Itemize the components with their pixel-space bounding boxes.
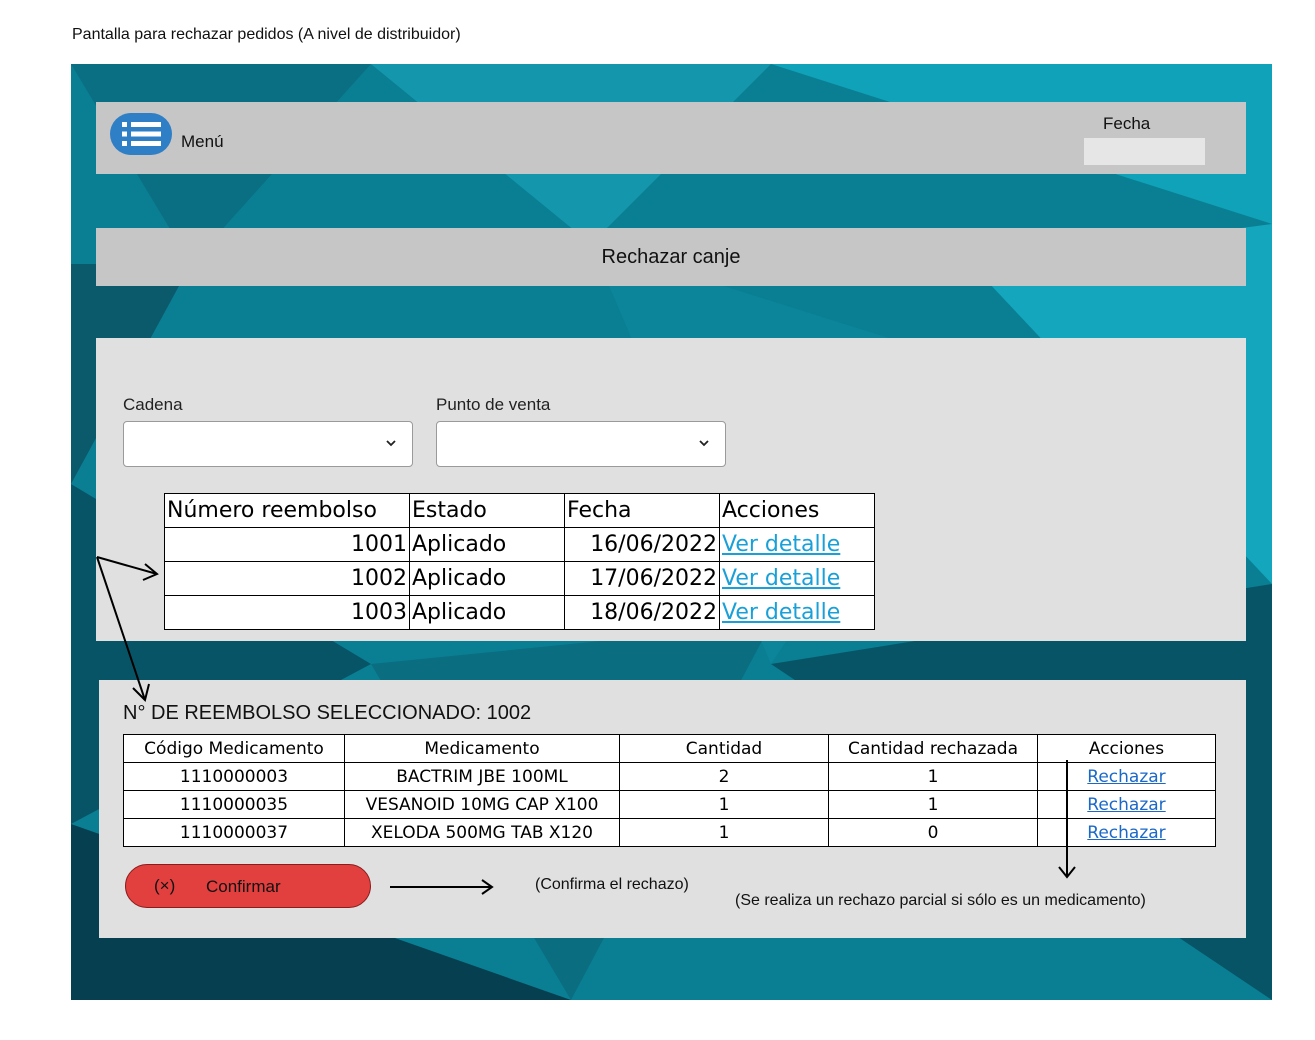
table-header-row: Número reembolso Estado Fecha Acciones [164,493,875,528]
app-canvas: Menú Fecha Rechazar canje Cadena Punto d… [71,64,1272,1000]
confirm-button-label: Confirmar [206,877,281,896]
cantidad-cell: 1 [619,818,829,847]
rechazar-link[interactable]: Rechazar [1087,823,1165,843]
table-row[interactable]: 1002 Aplicado 17/06/2022 Ver detalle [164,561,875,596]
x-circle-icon: (×) [154,876,176,895]
codigo-cell: 1110000003 [123,762,345,791]
estado-cell: Aplicado [409,527,565,562]
punto-venta-select[interactable] [436,421,726,467]
selected-reembolso-title: N° DE REEMBOLSO SELECCIONADO: 1002 [123,702,532,724]
filters-panel: Cadena Punto de venta Número reembolso E… [96,338,1246,641]
confirm-note: (Confirma el rechazo) [535,876,689,893]
table-row: 1110000037 XELODA 500MG TAB X120 1 0 Rec… [123,818,1216,847]
column-header: Acciones [719,493,875,528]
column-header: Número reembolso [164,493,410,528]
cantidad-rechazada-cell: 0 [828,818,1038,847]
estado-cell: Aplicado [409,561,565,596]
rechazar-link[interactable]: Rechazar [1087,795,1165,815]
medicamento-cell: BACTRIM JBE 100ML [344,762,620,791]
chevron-down-icon [386,440,396,447]
cantidad-cell: 2 [619,762,829,791]
estado-cell: Aplicado [409,595,565,630]
partial-reject-note: (Se realiza un rechazo parcial si sólo e… [735,892,1146,909]
fecha-cell: 17/06/2022 [564,561,720,596]
medicamentos-table: Código Medicamento Medicamento Cantidad … [123,734,1216,847]
column-header: Acciones [1037,734,1216,763]
numero-cell: 1003 [164,595,410,630]
top-bar: Menú Fecha [96,102,1246,174]
cantidad-cell: 1 [619,790,829,819]
column-header: Cantidad rechazada [828,734,1038,763]
page-caption: Pantalla para rechazar pedidos (A nivel … [72,26,461,43]
fecha-cell: 18/06/2022 [564,595,720,630]
table-row: 1110000003 BACTRIM JBE 100ML 2 1 Rechaza… [123,762,1216,791]
numero-cell: 1002 [164,561,410,596]
table-header-row: Código Medicamento Medicamento Cantidad … [123,734,1216,763]
column-header: Estado [409,493,565,528]
menu-label[interactable]: Menú [181,132,224,152]
reembolsos-table: Número reembolso Estado Fecha Acciones 1… [164,493,875,630]
page-title: Rechazar canje [96,228,1246,286]
list-icon[interactable] [110,113,172,155]
column-header: Cantidad [619,734,829,763]
date-label: Fecha [1103,114,1151,133]
fecha-cell: 16/06/2022 [564,527,720,562]
medicamento-cell: VESANOID 10MG CAP X100 [344,790,620,819]
date-field[interactable] [1084,138,1205,165]
table-row: 1110000035 VESANOID 10MG CAP X100 1 1 Re… [123,790,1216,819]
table-row[interactable]: 1003 Aplicado 18/06/2022 Ver detalle [164,595,875,630]
chevron-down-icon [699,440,709,447]
cadena-select[interactable] [123,421,413,467]
cantidad-rechazada-cell: 1 [828,762,1038,791]
column-header: Código Medicamento [123,734,345,763]
punto-venta-label: Punto de venta [436,395,551,414]
cadena-label: Cadena [123,395,183,414]
column-header: Fecha [564,493,720,528]
ver-detalle-link[interactable]: Ver detalle [722,600,840,625]
ver-detalle-link[interactable]: Ver detalle [722,532,840,557]
ver-detalle-link[interactable]: Ver detalle [722,566,840,591]
column-header: Medicamento [344,734,620,763]
codigo-cell: 1110000035 [123,790,345,819]
selected-reembolso-panel: N° DE REEMBOLSO SELECCIONADO: 1002 Códig… [99,680,1246,938]
table-row[interactable]: 1001 Aplicado 16/06/2022 Ver detalle [164,527,875,562]
cantidad-rechazada-cell: 1 [828,790,1038,819]
medicamento-cell: XELODA 500MG TAB X120 [344,818,620,847]
numero-cell: 1001 [164,527,410,562]
confirm-button[interactable]: (×) Confirmar [125,864,371,908]
codigo-cell: 1110000037 [123,818,345,847]
rechazar-link[interactable]: Rechazar [1087,767,1165,787]
